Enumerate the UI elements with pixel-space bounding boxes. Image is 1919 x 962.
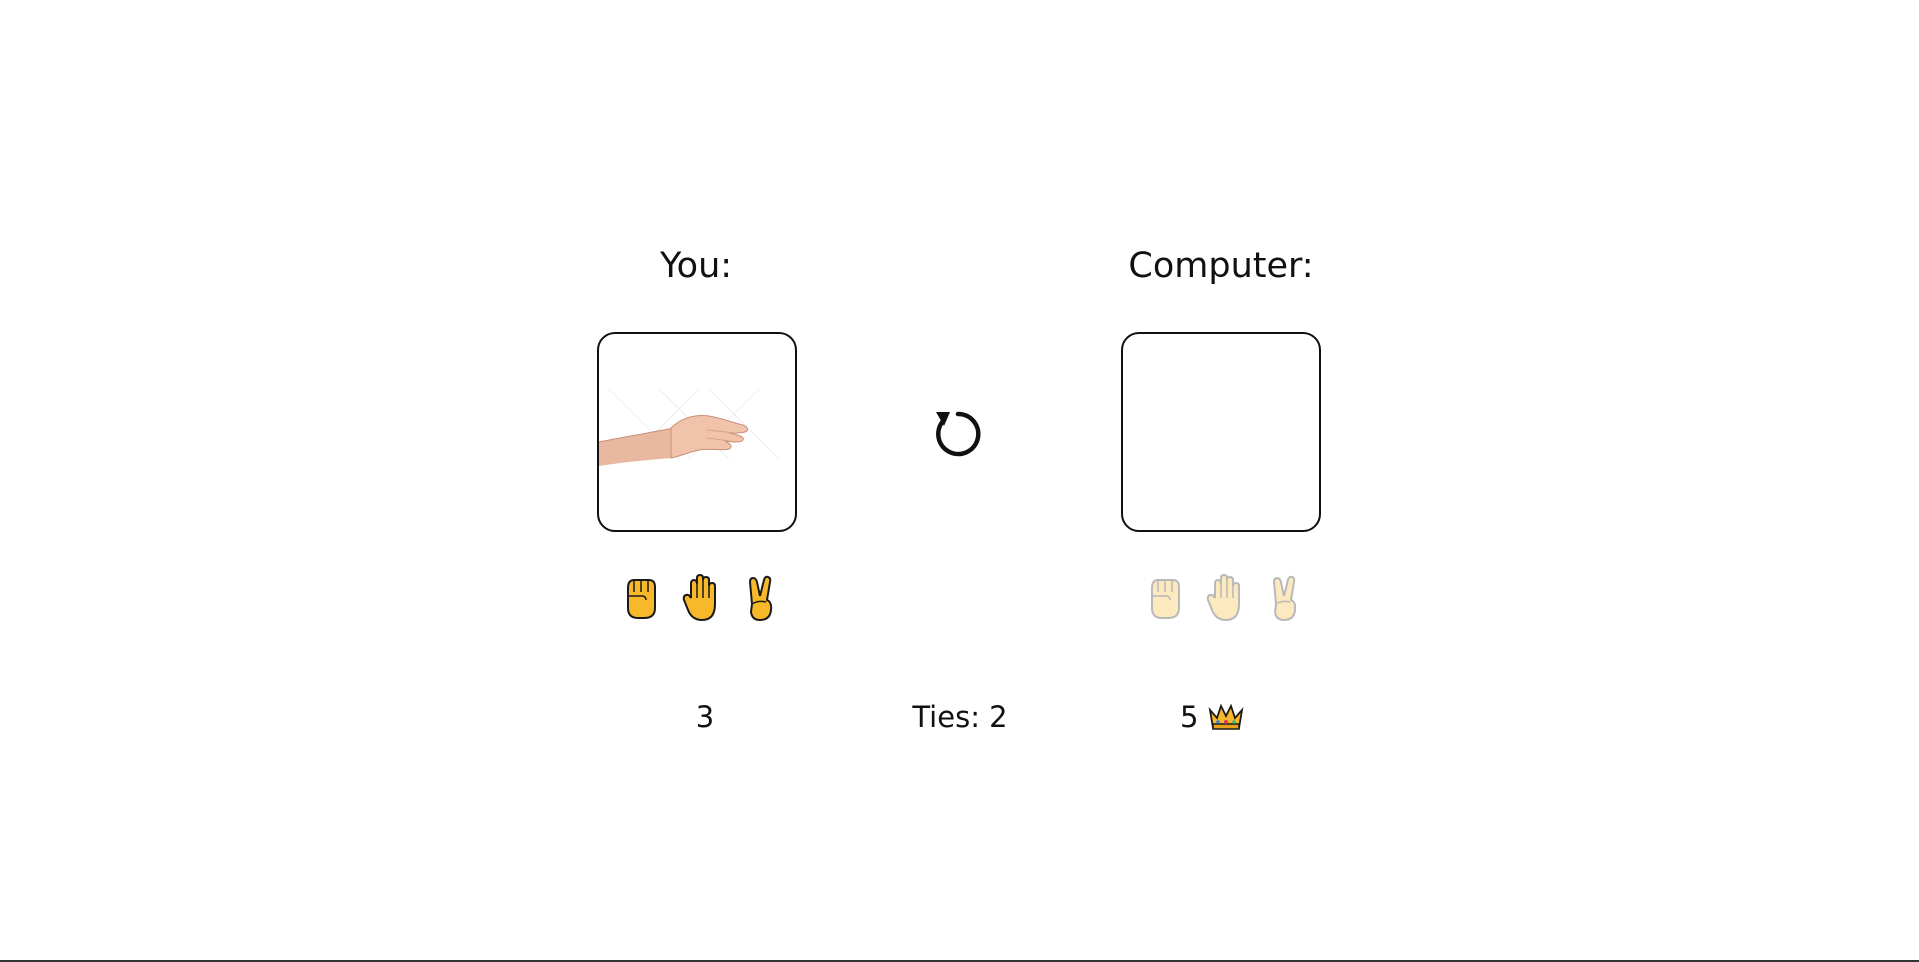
victory-hand-icon[interactable] bbox=[742, 574, 780, 622]
raised-fist-icon[interactable] bbox=[622, 574, 660, 622]
player-moves bbox=[622, 574, 780, 622]
victory-hand-icon bbox=[1272, 575, 1297, 622]
refresh-icon[interactable] bbox=[930, 402, 986, 462]
player-label: You: bbox=[659, 246, 733, 286]
crown-icon bbox=[1209, 703, 1244, 730]
player-choice-box bbox=[597, 332, 797, 532]
raised-fist-icon bbox=[1151, 579, 1180, 619]
raised-hand-icon bbox=[1206, 574, 1240, 622]
game-page: You: 3 Ties: 2 Computer: 5 bbox=[0, 0, 1919, 962]
ties-count: Ties: 2 bbox=[912, 700, 1008, 734]
computer-choice-box bbox=[1121, 332, 1321, 532]
computer-label: Computer: bbox=[1128, 246, 1314, 286]
computer-score-wrap: 5 bbox=[1180, 700, 1280, 734]
computer-score: 5 bbox=[1180, 700, 1199, 734]
player-score: 3 bbox=[695, 700, 715, 734]
raised-hand-icon[interactable] bbox=[682, 574, 720, 622]
computer-moves bbox=[1146, 574, 1304, 622]
player-choice-image bbox=[599, 388, 780, 466]
